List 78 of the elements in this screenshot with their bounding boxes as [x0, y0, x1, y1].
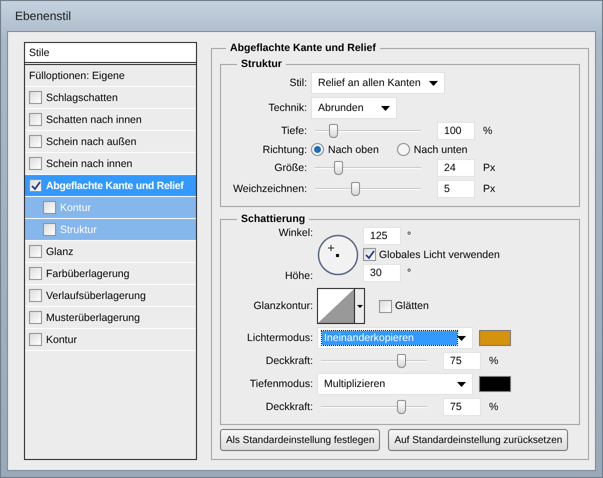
- checkbox[interactable]: [29, 179, 42, 192]
- checkbox-label: Globales Licht verwenden: [379, 248, 500, 260]
- field-label: Größe:: [273, 162, 307, 174]
- checkbox[interactable]: [29, 289, 42, 302]
- number-field[interactable]: 75: [443, 398, 481, 416]
- contour-curve-icon: [318, 289, 354, 323]
- checkbox[interactable]: [379, 300, 392, 312]
- checkbox[interactable]: [43, 223, 56, 236]
- slider-thumb[interactable]: [351, 182, 360, 196]
- number-field[interactable]: 30: [363, 264, 401, 282]
- unit-label: %: [483, 125, 492, 137]
- checkbox[interactable]: [29, 113, 42, 126]
- action-button[interactable]: Auf Standardeinstellung zurücksetzen: [388, 429, 568, 451]
- field-label: Höhe:: [284, 270, 313, 282]
- checkbox[interactable]: [29, 245, 42, 258]
- slider-thumb[interactable]: [396, 354, 406, 368]
- checkbox-label: Glätten: [395, 300, 429, 312]
- unit-label: %: [489, 401, 498, 413]
- slider-track[interactable]: [315, 124, 421, 138]
- color-swatch[interactable]: [479, 330, 511, 346]
- field-label: Stil:: [288, 77, 307, 89]
- radio-button[interactable]: [311, 143, 324, 156]
- checkbox[interactable]: [29, 135, 42, 148]
- checkbox[interactable]: [29, 333, 42, 346]
- checkbox[interactable]: [363, 248, 376, 261]
- field-label: Lichtermodus:: [246, 332, 313, 344]
- radio-option[interactable]: Nach unten: [396, 143, 468, 156]
- list-header: Stile: [25, 43, 196, 65]
- field-label: Weichzeichnen:: [232, 183, 307, 195]
- unit-label: °: [407, 267, 412, 279]
- checkbox[interactable]: [29, 311, 42, 324]
- caret-icon: [381, 106, 390, 110]
- field-label: Technik:: [267, 102, 307, 114]
- slider-track[interactable]: [321, 400, 427, 414]
- field-label: Deckkraft:: [264, 401, 313, 413]
- unit-label: %: [489, 355, 498, 367]
- unit-label: Px: [483, 183, 496, 195]
- slider-thumb[interactable]: [396, 400, 406, 414]
- field-label: Tiefe:: [280, 125, 307, 137]
- dropdown[interactable]: Multiplizieren: [317, 373, 473, 395]
- slider-track[interactable]: [315, 161, 421, 175]
- radio-dot-icon: [314, 146, 321, 153]
- field-label: Glanzkontur:: [252, 300, 313, 312]
- caret-icon: [457, 336, 466, 340]
- slider-track[interactable]: [315, 182, 421, 196]
- checkbox[interactable]: [29, 91, 42, 104]
- dropdown[interactable]: Abrunden: [311, 97, 397, 119]
- slider-thumb[interactable]: [329, 124, 338, 138]
- window-title: Ebenenstil: [15, 9, 72, 23]
- number-field[interactable]: 5: [437, 180, 475, 198]
- caret-icon: [356, 304, 362, 308]
- field-label: Richtung:: [262, 144, 307, 156]
- number-field[interactable]: 125: [363, 227, 401, 245]
- number-field[interactable]: 75: [443, 352, 481, 370]
- unit-label: °: [407, 230, 412, 242]
- color-swatch[interactable]: [479, 376, 511, 392]
- slider-track[interactable]: [321, 354, 427, 368]
- angle-dial[interactable]: [317, 234, 359, 276]
- group-title: Schattierung: [240, 213, 306, 225]
- checkbox[interactable]: [43, 201, 56, 214]
- checkbox[interactable]: [29, 157, 42, 170]
- unit-label: Px: [483, 162, 496, 174]
- action-button[interactable]: Als Standardeinstellung festlegen: [220, 429, 380, 451]
- radio-option[interactable]: Nach oben: [311, 143, 379, 156]
- group-title: Struktur: [240, 58, 283, 70]
- field-label: Winkel:: [278, 227, 313, 239]
- radio-button[interactable]: [396, 143, 410, 156]
- caret-icon: [457, 382, 466, 386]
- number-field[interactable]: 24: [437, 159, 475, 177]
- field-label: Tiefenmodus:: [248, 378, 313, 390]
- caret-icon: [429, 80, 438, 86]
- section-title: Abgeflachte Kante und Relief: [229, 42, 377, 54]
- checkbox[interactable]: [29, 267, 42, 280]
- contour-picker[interactable]: [317, 288, 365, 324]
- field-label: Deckkraft:: [264, 355, 313, 367]
- number-field[interactable]: 100: [437, 122, 475, 140]
- slider-thumb[interactable]: [334, 161, 344, 175]
- dropdown[interactable]: Relief an allen Kanten: [311, 72, 445, 94]
